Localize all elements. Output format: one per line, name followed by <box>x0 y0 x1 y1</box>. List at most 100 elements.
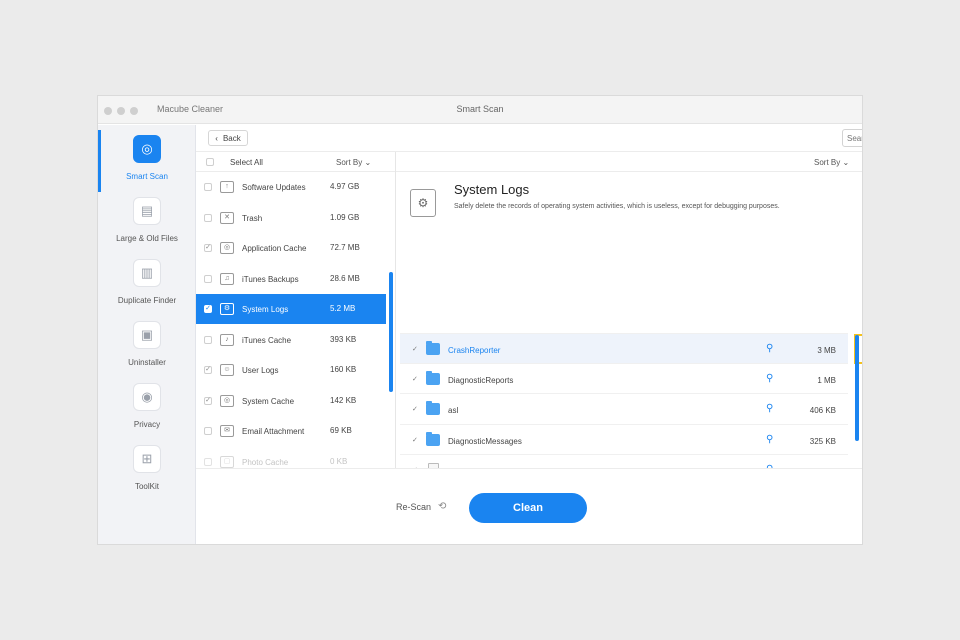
file-name: DiagnosticReports <box>448 376 514 386</box>
sidebar-item-smart-scan[interactable]: ◎ Smart Scan <box>98 130 196 194</box>
sidebar-item-uninstaller[interactable]: ▣ Uninstaller <box>98 316 196 380</box>
category-row[interactable]: ♪ iTunes Cache 393 KB <box>196 325 386 355</box>
sidebar-item-label: Smart Scan <box>126 172 168 181</box>
category-row[interactable]: ↑ Software Updates 4.97 GB <box>196 172 386 202</box>
back-label: Back <box>222 133 241 143</box>
category-row[interactable]: ▢ Photo Cache 0 KB <box>196 447 386 469</box>
category-name: User Logs <box>242 366 279 375</box>
chevron-left-icon: ‹ <box>215 133 218 143</box>
eye-slash-icon: ◉ <box>133 383 161 411</box>
file-row[interactable]: ✓ CrashReporter ⚲ 3 MB <box>400 333 848 363</box>
file-list-scrollbar[interactable] <box>855 335 859 441</box>
category-size: 0 KB <box>330 456 348 466</box>
category-row[interactable]: ♫ iTunes Backups 28.6 MB <box>196 264 386 294</box>
magnifier-icon[interactable]: ⚲ <box>766 403 773 414</box>
sidebar-item-duplicate-finder[interactable]: ▥ Duplicate Finder <box>98 254 196 318</box>
category-icon: ☺ <box>220 364 234 376</box>
category-name: System Logs <box>242 305 289 314</box>
category-row[interactable]: ✉ Email Attachment 69 KB <box>196 416 386 446</box>
category-icon: ✉ <box>220 425 234 437</box>
category-row[interactable]: ✓ ☺ User Logs 160 KB <box>196 355 386 385</box>
category-name: System Cache <box>242 396 295 406</box>
search-box[interactable]: ⚲ <box>842 129 862 147</box>
magnifier-icon[interactable]: ⚲ <box>766 434 773 445</box>
category-icon: ▢ <box>220 455 234 468</box>
file-name: asl <box>448 406 459 416</box>
detail-sort-by[interactable]: Sort By ⌄ <box>814 158 849 167</box>
file-checkbox[interactable]: ✓ <box>412 346 419 353</box>
target-icon: ◎ <box>133 135 161 163</box>
document-icon: ▤ <box>133 197 161 225</box>
folder-icon <box>426 371 440 386</box>
category-row[interactable]: ✓ ⚙ System Logs 5.2 MB <box>196 294 386 324</box>
gear-icon: ⚙ <box>410 189 436 217</box>
category-checkbox[interactable] <box>204 335 212 344</box>
sidebar-item-large-old-files[interactable]: ▤ Large & Old Files <box>98 192 196 256</box>
category-name: Software Updates <box>242 183 306 192</box>
detail-panel: Sort By ⌄ ⚙ System Logs Safely delete th… <box>396 152 862 468</box>
sidebar: ◎ Smart Scan ▤ Large & Old Files ▥ Duplicate … <box>98 125 196 544</box>
category-size: 4.97 GB <box>330 182 360 191</box>
category-checkbox[interactable]: ✓ <box>204 366 212 374</box>
file-name: CrashReporter <box>448 346 501 355</box>
magnifier-icon[interactable]: ⚲ <box>766 373 773 384</box>
category-row[interactable]: ✓ ◎ System Cache 142 KB <box>196 386 386 416</box>
magnifier-icon[interactable]: ⚲ <box>766 343 773 354</box>
clean-button[interactable]: Clean <box>469 493 587 523</box>
category-row[interactable]: ✓ ◎ Application Cache 72.7 MB <box>196 233 386 263</box>
sidebar-item-label: Privacy <box>133 420 161 429</box>
sidebar-item-label: Uninstaller <box>128 358 166 367</box>
category-name: Photo Cache <box>242 457 289 467</box>
category-row[interactable]: ✕ Trash 1.09 GB <box>196 203 386 233</box>
bottom-bar: Re-Scan ⟲ Clean <box>196 468 862 544</box>
detail-header: Sort By ⌄ <box>396 152 862 172</box>
sidebar-item-privacy[interactable]: ◉ Privacy <box>98 378 196 442</box>
list-sort-by[interactable]: Sort By ⌄ <box>336 158 371 167</box>
file-row[interactable]: ✓ DiagnosticMessages ⚲ 325 KB <box>400 423 848 454</box>
category-checkbox[interactable]: ✓ <box>204 244 212 252</box>
file-checkbox[interactable]: ✓ <box>412 406 419 413</box>
folder-icon <box>426 341 440 355</box>
category-icon: ⚙ <box>220 303 234 315</box>
category-icon: ♪ <box>220 333 234 346</box>
sidebar-item-label: Duplicate Finder <box>117 296 177 305</box>
sidebar-item-toolkit[interactable]: ⊞ ToolKit <box>98 440 196 504</box>
back-button[interactable]: ‹ Back <box>208 130 248 146</box>
category-name: Email Attachment <box>242 427 305 436</box>
file-size: 406 KB <box>809 406 836 416</box>
file-checkbox[interactable]: ✓ <box>412 376 419 383</box>
category-size: 28.6 MB <box>330 273 360 283</box>
toolkit-icon: ⊞ <box>133 445 161 473</box>
category-checkbox[interactable]: ✓ <box>204 396 212 405</box>
sidebar-item-label: Large & Old Files <box>116 234 178 243</box>
window-title: Smart Scan <box>456 104 504 114</box>
category-title: System Logs <box>454 182 530 197</box>
duplicate-icon: ▥ <box>133 259 161 287</box>
file-size: 1 MB <box>817 376 836 386</box>
category-list-scrollbar[interactable] <box>389 272 393 392</box>
category-icon: ◎ <box>220 394 234 407</box>
category-icon: ✕ <box>220 211 234 224</box>
file-size: 325 KB <box>809 436 836 446</box>
file-row[interactable]: ✓ asl ⚲ 406 KB <box>400 393 848 423</box>
category-name: iTunes Backups <box>242 274 299 284</box>
category-checkbox[interactable] <box>204 183 212 191</box>
select-all-checkbox[interactable] <box>206 158 214 166</box>
category-checkbox[interactable] <box>204 213 212 222</box>
category-size: 69 KB <box>330 426 352 435</box>
category-checkbox[interactable]: ✓ <box>204 305 212 313</box>
category-checkbox[interactable] <box>204 427 212 435</box>
select-all-label: Select All <box>230 158 263 167</box>
search-input[interactable] <box>847 132 862 144</box>
category-checkbox[interactable] <box>204 274 212 283</box>
category-description: Safely delete the records of operating s… <box>454 203 780 210</box>
file-checkbox[interactable]: ✓ <box>412 437 419 444</box>
category-checkbox[interactable] <box>204 457 212 466</box>
file-row[interactable]: ✓wifi-04-20-2021__14/59/53.986.log⚲179 K… <box>400 453 848 468</box>
refresh-icon: ⟲ <box>438 501 447 512</box>
folder-icon <box>426 431 440 446</box>
rescan-button[interactable]: Re-Scan <box>396 502 431 512</box>
file-row[interactable]: ✓ DiagnosticReports ⚲ 1 MB <box>400 363 848 393</box>
app-window: Macube Cleaner Smart Scan ◎ Smart Scan ▤ La… <box>98 96 862 544</box>
category-size: 160 KB <box>330 365 357 374</box>
